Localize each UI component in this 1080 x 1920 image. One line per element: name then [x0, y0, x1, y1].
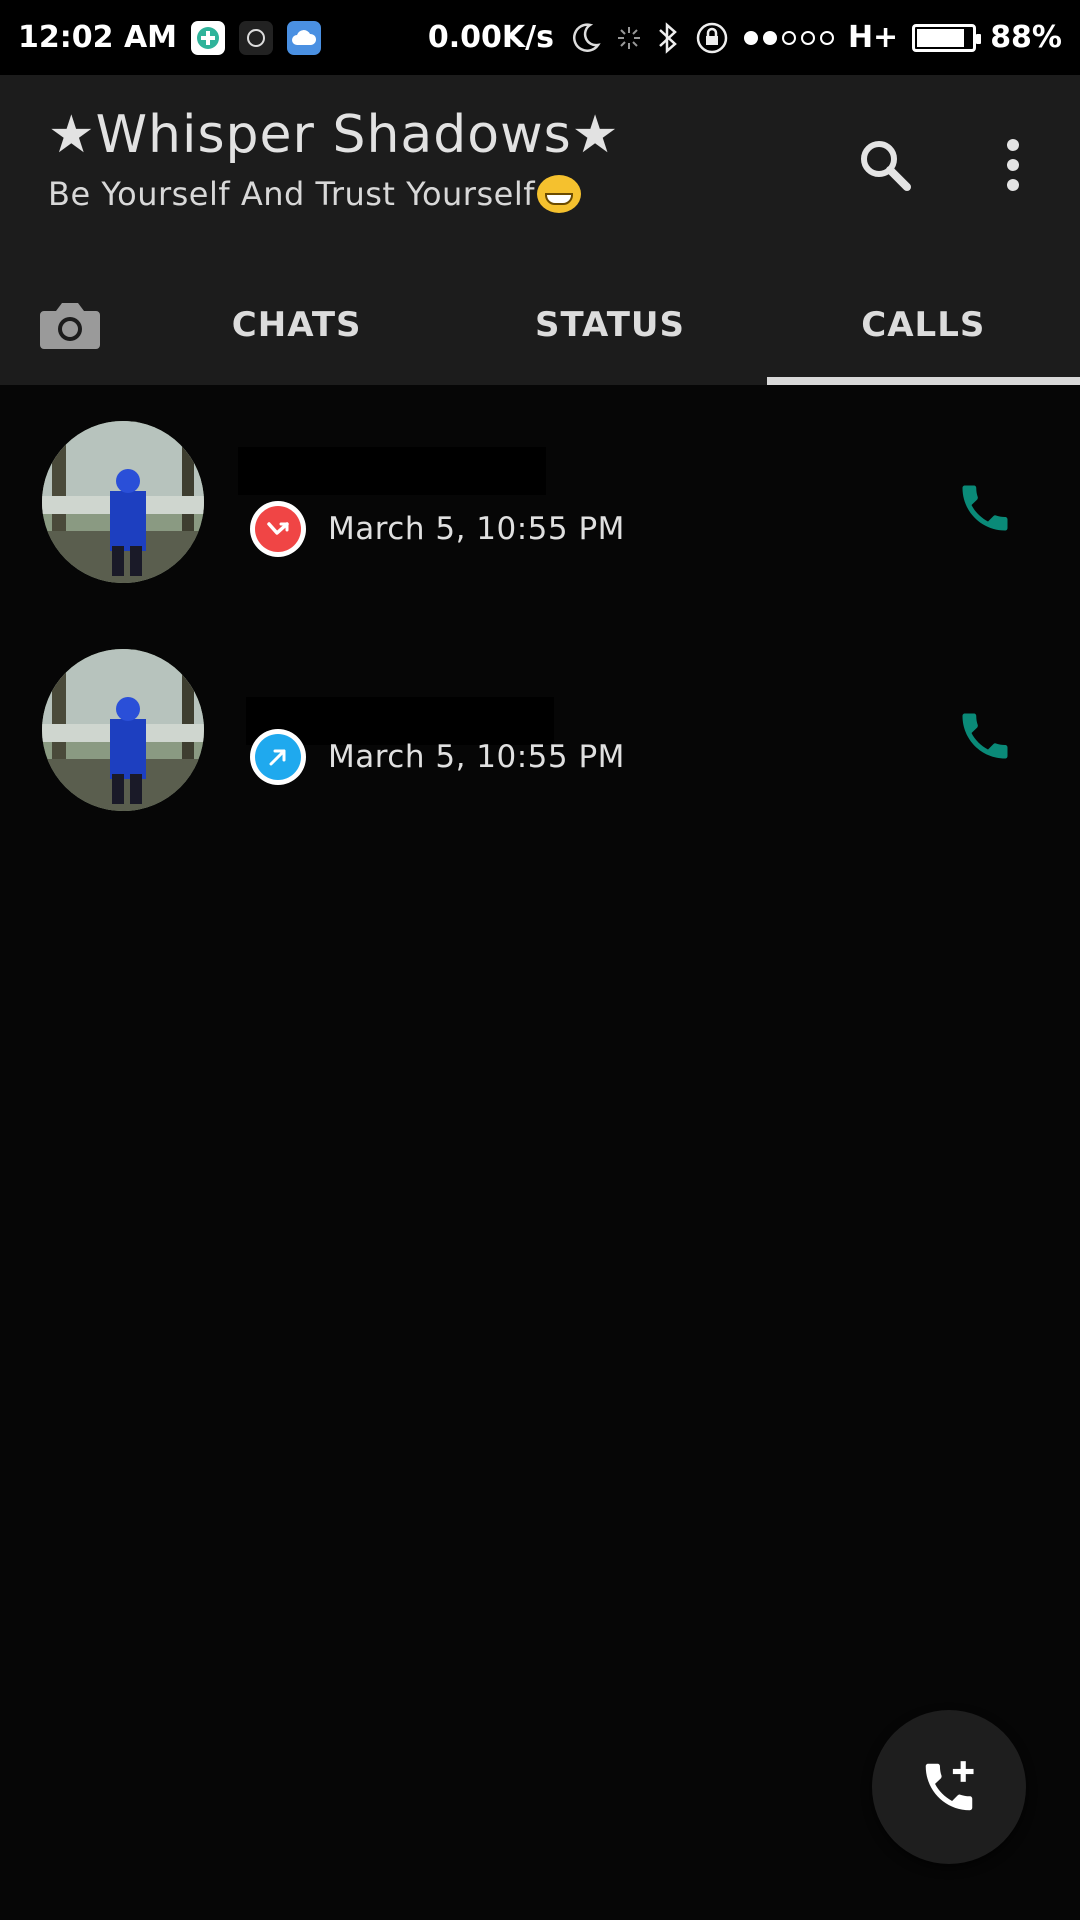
app-bar: ★Whisper Shadows★ Be Yourself And Trust … [0, 75, 1080, 385]
phone-icon [962, 713, 1008, 759]
tab-status[interactable]: STATUS [453, 265, 766, 385]
network-type: H+ [847, 20, 899, 55]
search-icon [861, 141, 911, 191]
signal-strength [743, 30, 834, 45]
bluetooth-icon [656, 20, 680, 56]
battery-icon [912, 23, 982, 52]
call-row[interactable]: March 5, 10:55 PM [0, 613, 1080, 841]
camera-icon [40, 303, 100, 349]
app-notification-icon [191, 20, 226, 55]
call-meta: March 5, 10:55 PM [250, 501, 625, 557]
tab-camera[interactable] [0, 265, 140, 385]
signal-dot [762, 30, 777, 45]
call-meta: March 5, 10:55 PM [250, 729, 625, 785]
new-call-fab[interactable] [872, 1710, 1026, 1864]
battery-percent: 88% [990, 20, 1062, 55]
contact-name [238, 447, 546, 495]
search-button[interactable] [850, 130, 920, 200]
more-options-button[interactable] [978, 130, 1048, 200]
more-vert-icon [1007, 139, 1019, 191]
loading-icon [616, 25, 642, 51]
call-direction-badge [255, 734, 301, 780]
call-button[interactable] [950, 701, 1020, 771]
tab-bar: CHATS STATUS CALLS [0, 265, 1080, 385]
phone-icon [962, 485, 1008, 531]
app-subtitle: Be Yourself And Trust Yourself [48, 175, 581, 213]
app-title: ★Whisper Shadows★ [48, 105, 620, 165]
status-time: 12:02 AM [18, 20, 178, 55]
call-direction-badge [255, 506, 301, 552]
signal-dot [781, 30, 796, 45]
rotation-lock-icon [694, 20, 730, 56]
moon-icon [568, 21, 602, 55]
avatar[interactable] [42, 421, 204, 583]
tab-calls[interactable]: CALLS [766, 265, 1080, 385]
tab-chats[interactable]: CHATS [140, 265, 453, 385]
call-button[interactable] [950, 473, 1020, 543]
avatar[interactable] [42, 649, 204, 811]
circle-app-icon [239, 20, 274, 55]
call-time: March 5, 10:55 PM [328, 511, 625, 547]
status-bar: 12:02 AM 0.00K/s H+ 88% [0, 0, 1080, 75]
cloud-app-icon [287, 20, 322, 55]
call-time: March 5, 10:55 PM [328, 739, 625, 775]
call-row[interactable]: March 5, 10:55 PM [0, 385, 1080, 613]
net-speed: 0.00K/s [427, 20, 554, 55]
battery-fill [917, 28, 965, 47]
subtitle-text: Be Yourself And Trust Yourself [48, 175, 535, 213]
signal-dot [819, 30, 834, 45]
missed-call-icon [250, 501, 306, 557]
call-list: March 5, 10:55 PM March 5, 10:55 PM [0, 385, 1080, 841]
add-call-icon [925, 1761, 974, 1811]
signal-dot [743, 30, 758, 45]
outgoing-call-icon [250, 729, 306, 785]
grinning-emoji-icon [536, 175, 581, 213]
signal-dot [800, 30, 815, 45]
